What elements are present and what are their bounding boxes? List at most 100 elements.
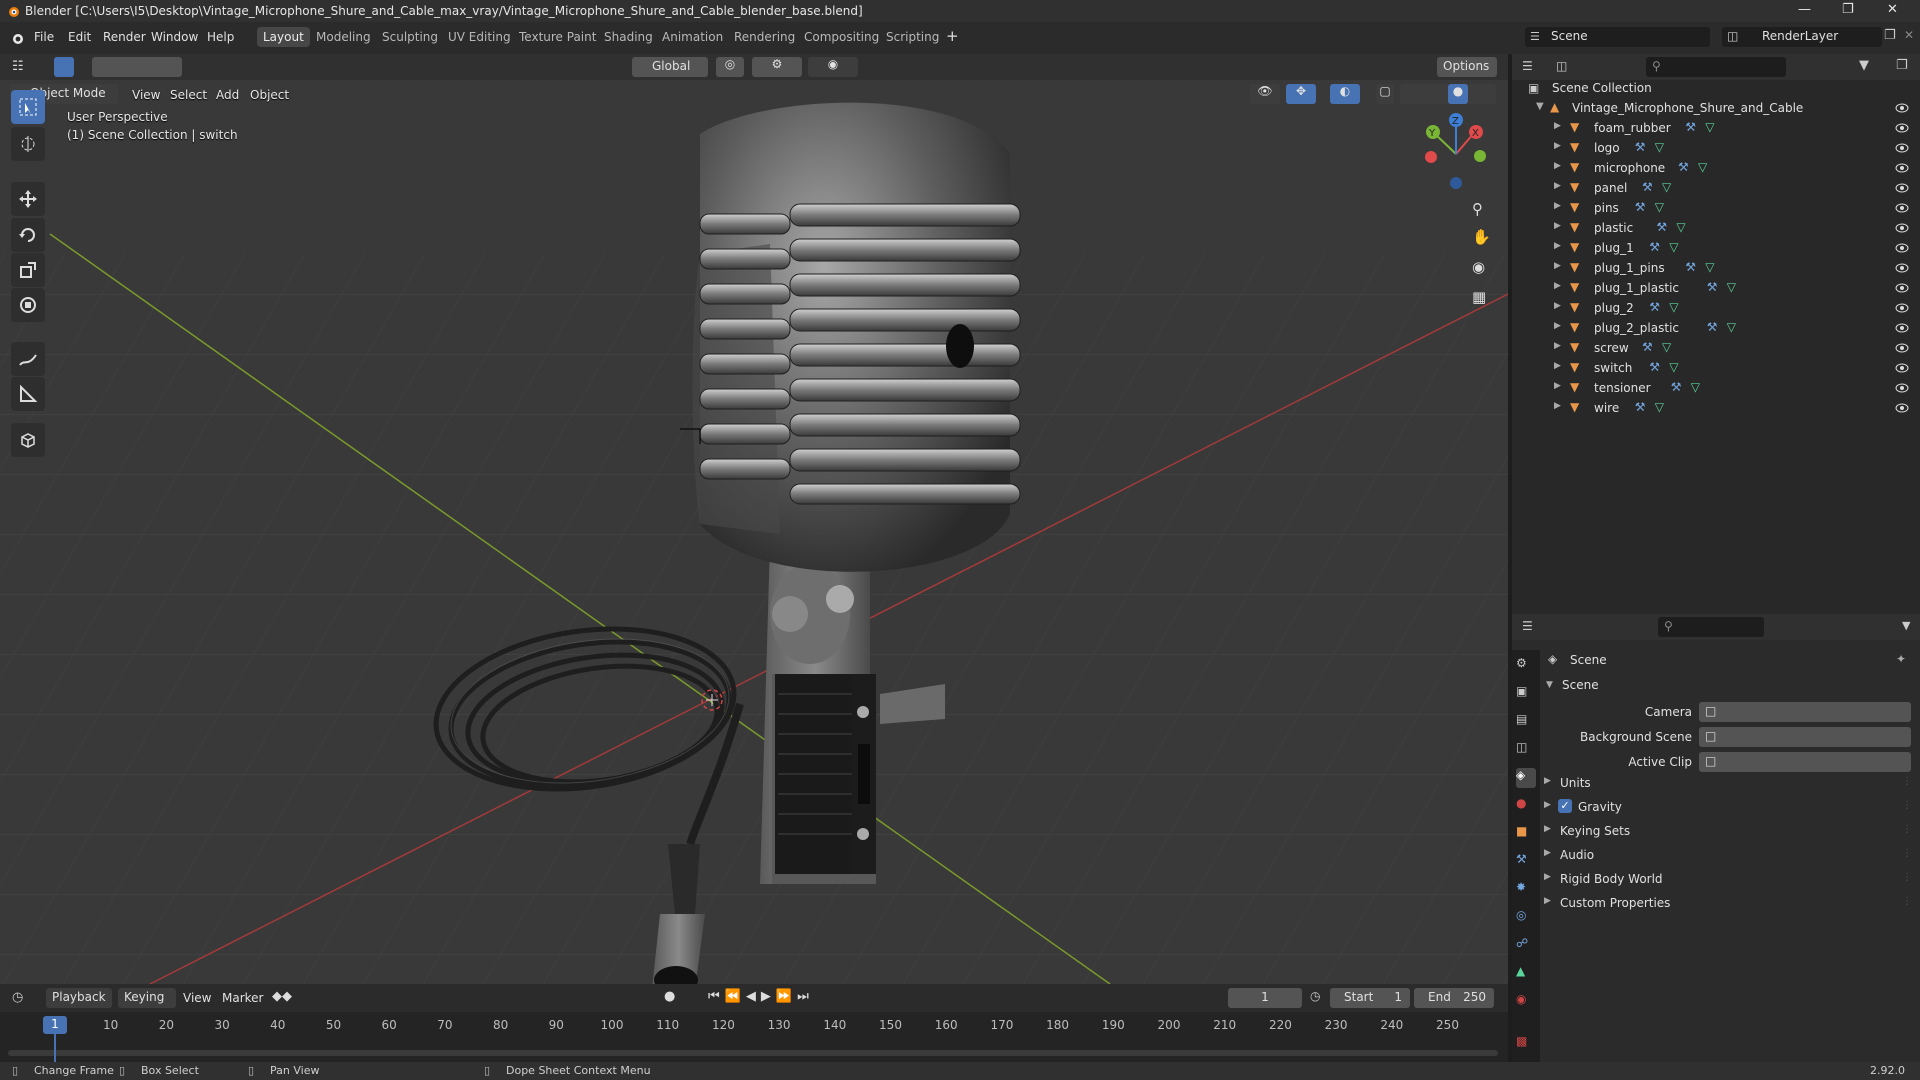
record-icon[interactable]: ● — [664, 989, 675, 1004]
tool-annotate[interactable] — [11, 342, 45, 376]
outliner-collection-row[interactable]: ▼ ▲ Vintage_Microphone_Shure_and_Cable — [1512, 98, 1920, 118]
zoom-icon[interactable]: ⚲ — [1472, 200, 1483, 218]
outliner-object-row[interactable]: ▶ ▼ plug_1 ⚒ ▽ — [1512, 238, 1920, 258]
expand-arrow-icon[interactable]: ▶ — [1554, 361, 1561, 371]
outliner-object-row[interactable]: ▶ ▼ logo ⚒ ▽ — [1512, 138, 1920, 158]
tab-texture-paint[interactable]: Texture Paint — [513, 27, 602, 47]
tool-tab-icon[interactable]: ⚙ — [1516, 656, 1536, 676]
timeline-editor-icon[interactable]: ◷ — [12, 990, 23, 1005]
eye-icon[interactable] — [1895, 402, 1909, 414]
close-icon[interactable]: ✕ — [1887, 2, 1898, 17]
outliner-object-row[interactable]: ▶ ▼ screw ⚒ ▽ — [1512, 338, 1920, 358]
expand-arrow-icon[interactable]: ▶ — [1554, 301, 1561, 311]
navigation-gizmo[interactable]: X Y Z — [1418, 112, 1498, 192]
scene-selector[interactable]: Scene — [1525, 27, 1710, 47]
eye-icon[interactable] — [1895, 202, 1909, 214]
background-scene-field[interactable]: □ — [1699, 727, 1911, 747]
mesh-data-icon[interactable]: ▽ — [1698, 160, 1707, 174]
tab-shading[interactable]: Shading — [598, 27, 659, 47]
output-tab-icon[interactable]: ▤ — [1516, 712, 1536, 732]
menu-edit[interactable]: Edit — [68, 30, 91, 44]
subpanel-gravity[interactable]: ▶ ✓ Gravity ⋮ — [1542, 798, 1912, 818]
clock-icon[interactable]: ◷ — [1310, 989, 1320, 1003]
outliner-object-row[interactable]: ▶ ▼ plug_2 ⚒ ▽ — [1512, 298, 1920, 318]
outliner-object-row[interactable]: ▶ ▼ plug_1_plastic ⚒ ▽ — [1512, 278, 1920, 298]
drag-handle-icon[interactable]: ⋮ — [1902, 776, 1912, 787]
eye-icon[interactable] — [1895, 222, 1909, 234]
tab-scripting[interactable]: Scripting — [880, 27, 945, 47]
expand-arrow-icon[interactable]: ▶ — [1554, 381, 1561, 391]
world-tab-icon[interactable]: ● — [1516, 796, 1536, 816]
eye-icon[interactable] — [1895, 122, 1909, 134]
subpanel-expand-icon[interactable]: ▶ — [1544, 896, 1551, 906]
tab-modeling[interactable]: Modeling — [310, 27, 377, 47]
menu-file[interactable]: File — [34, 30, 54, 44]
new-collection-icon[interactable]: ❐ — [1896, 58, 1908, 73]
timeline-view-menu[interactable]: View — [183, 991, 211, 1005]
visibility-icon[interactable]: 👁 — [1250, 84, 1280, 104]
subpanel-rigid-body-world[interactable]: ▶ Rigid Body World ⋮ — [1542, 870, 1912, 890]
expand-arrow-icon[interactable]: ▶ — [1554, 341, 1561, 351]
modifier-icon[interactable]: ⚒ — [1685, 120, 1696, 134]
mesh-data-icon[interactable]: ▽ — [1691, 380, 1700, 394]
tab-rendering[interactable]: Rendering — [728, 27, 801, 47]
playback-controls[interactable]: ⏮⏪◀▶⏩⏭ — [708, 989, 814, 1004]
modifier-icon[interactable]: ⚒ — [1642, 180, 1653, 194]
texture-tab-icon[interactable]: ▩ — [1516, 1034, 1536, 1054]
mesh-data-icon[interactable]: ▽ — [1669, 240, 1678, 254]
camera-field[interactable]: □ — [1699, 702, 1911, 722]
gizmo-toggle-icon[interactable]: ✥ — [1286, 84, 1316, 104]
expand-arrow-icon[interactable]: ▶ — [1554, 201, 1561, 211]
subpanel-keying-sets[interactable]: ▶ Keying Sets ⋮ — [1542, 822, 1912, 842]
outliner-object-row[interactable]: ▶ ▼ plug_2_plastic ⚒ ▽ — [1512, 318, 1920, 338]
tab-sculpting[interactable]: Sculpting — [376, 27, 444, 47]
outliner-object-row[interactable]: ▶ ▼ pins ⚒ ▽ — [1512, 198, 1920, 218]
subpanel-units[interactable]: ▶ Units ⋮ — [1542, 774, 1912, 794]
properties-options-icon[interactable]: ▼ — [1902, 619, 1910, 632]
modifier-icon[interactable]: ⚒ — [1635, 200, 1646, 214]
eye-icon[interactable] — [1895, 322, 1909, 334]
menu-select[interactable]: Select — [170, 88, 207, 102]
editor-type-icon[interactable]: ☷ — [12, 59, 24, 74]
eye-icon[interactable] — [1895, 162, 1909, 174]
restore-icon[interactable]: ❐ — [1842, 2, 1854, 17]
outliner-object-row[interactable]: ▶ ▼ microphone ⚒ ▽ — [1512, 158, 1920, 178]
eye-icon[interactable] — [1895, 142, 1909, 154]
add-workspace-icon[interactable]: + — [946, 27, 959, 45]
current-frame-field[interactable]: 1 — [1228, 988, 1302, 1008]
eye-icon[interactable] — [1895, 382, 1909, 394]
outliner-search-input[interactable]: ⚲ — [1646, 57, 1786, 77]
outliner-scene-collection[interactable]: ▣ Scene Collection — [1512, 78, 1920, 98]
keying-dropdown[interactable]: Keying — [118, 988, 176, 1008]
3d-viewport[interactable]: ☷ Global ◎ ⚙ ◉ Options Object Mode View … — [0, 54, 1508, 984]
modifier-icon[interactable]: ⚒ — [1635, 400, 1646, 414]
new-layer-icon[interactable]: ❐ — [1884, 28, 1896, 43]
mesh-data-icon[interactable]: ▽ — [1669, 300, 1678, 314]
snapping-icon[interactable]: ⚙ — [752, 57, 802, 77]
eye-icon[interactable] — [1895, 362, 1909, 374]
mesh-data-icon[interactable]: ▽ — [1655, 200, 1664, 214]
tool-transform[interactable] — [11, 288, 45, 322]
timeline-scrollbar[interactable] — [8, 1050, 1498, 1056]
drag-handle-icon[interactable]: ⋮ — [1902, 800, 1912, 811]
tool-move[interactable] — [11, 182, 45, 216]
options-dropdown[interactable]: Options — [1437, 57, 1497, 77]
modifier-icon[interactable]: ⚒ — [1635, 140, 1646, 154]
outliner-object-row[interactable]: ▶ ▼ tensioner ⚒ ▽ — [1512, 378, 1920, 398]
properties-editor-icon[interactable]: ☰ — [1522, 619, 1533, 633]
tool-scale[interactable] — [11, 253, 45, 287]
modifier-icon[interactable]: ⚒ — [1685, 260, 1696, 274]
modifier-icon[interactable]: ⚒ — [1649, 240, 1660, 254]
tab-uv-editing[interactable]: UV Editing — [442, 27, 517, 47]
modifier-icon[interactable]: ⚒ — [1649, 360, 1660, 374]
render-tab-icon[interactable]: ▣ — [1516, 684, 1536, 704]
playhead-frame-indicator[interactable]: 1 — [43, 1016, 67, 1034]
outliner-object-row[interactable]: ▶ ▼ plastic ⚒ ▽ — [1512, 218, 1920, 238]
constraints-tab-icon[interactable]: ☍ — [1516, 936, 1536, 956]
menu-render[interactable]: Render — [103, 30, 146, 44]
object-tab-icon[interactable]: ■ — [1516, 824, 1536, 844]
pin-icon[interactable]: ✦ — [1896, 652, 1906, 666]
keyframe-icons[interactable]: ◆◆ — [272, 989, 292, 1004]
pivot-point-icon[interactable]: ◎ — [716, 57, 744, 77]
outliner-object-row[interactable]: ▶ ▼ plug_1_pins ⚒ ▽ — [1512, 258, 1920, 278]
